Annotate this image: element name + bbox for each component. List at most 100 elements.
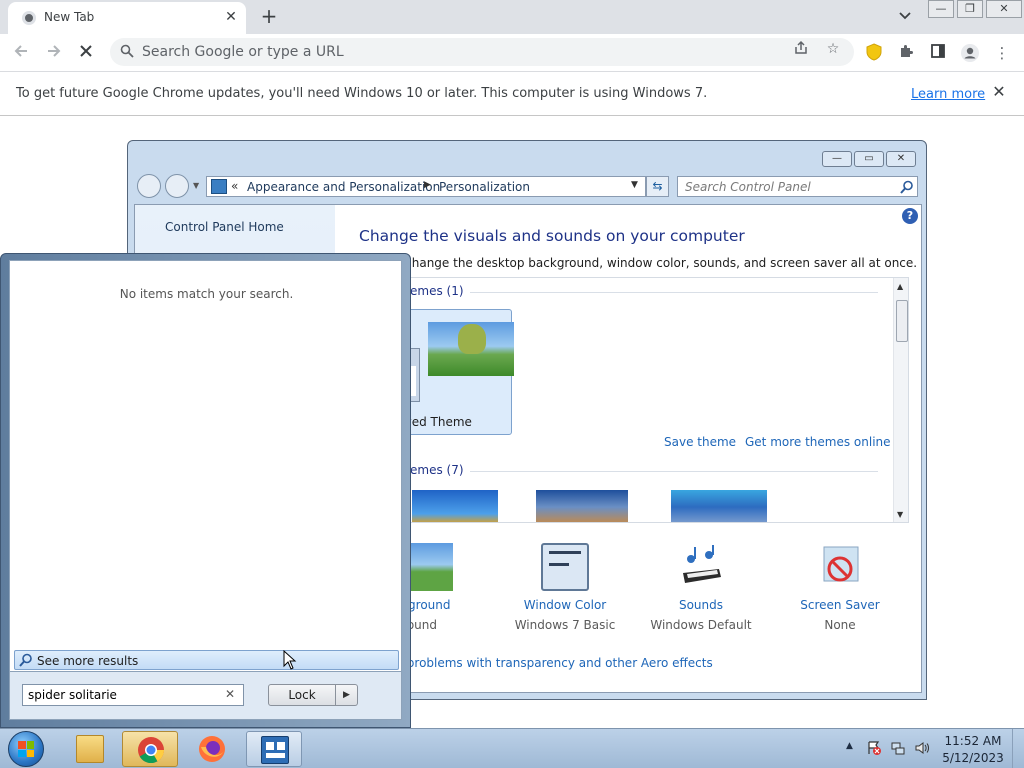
cp-back-icon[interactable] <box>137 174 161 198</box>
personalization-items: p Background ckground Window Color Windo… <box>359 535 919 645</box>
breadcrumb-personalization[interactable]: Personalization <box>439 180 530 194</box>
window-controls: — ❐ ✕ <box>928 0 1024 18</box>
minimize-icon[interactable]: — <box>928 0 954 18</box>
aero-themes-header: emes (7) <box>410 463 464 477</box>
window-color-item[interactable]: Window Color Windows 7 Basic <box>495 535 635 635</box>
section-divider <box>470 471 878 472</box>
taskbar-chrome[interactable] <box>122 731 178 767</box>
see-more-results-label: See more results <box>37 654 139 668</box>
chrome-toolbar: Search Google or type a URL ☆ ⋮ <box>0 34 1024 71</box>
taskbar-control-panel[interactable] <box>246 731 302 767</box>
window-color-value: Windows 7 Basic <box>514 618 616 632</box>
control-panel-home-link[interactable]: Control Panel Home <box>165 220 284 234</box>
aero-troubleshoot-link[interactable]: leshoot problems with transparency and o… <box>359 656 713 670</box>
sounds-value: Windows Default <box>650 618 752 632</box>
window-color-title[interactable]: Window Color <box>495 598 635 612</box>
infobar-close-icon[interactable]: ✕ <box>990 83 1008 101</box>
section-divider <box>470 292 878 293</box>
get-more-themes-link[interactable]: Get more themes online <box>745 435 891 449</box>
power-options-arrow-icon[interactable]: ▶ <box>336 684 358 706</box>
themes-list: emes (1) saved Theme Save theme Get more… <box>359 277 909 523</box>
help-icon[interactable]: ? <box>902 208 918 224</box>
no-results-message: No items match your search. <box>119 287 294 301</box>
save-theme-link[interactable]: Save theme <box>664 435 736 449</box>
start-menu-footer: spider solitarie ✕ Lock ▶ <box>9 672 402 720</box>
star-icon[interactable]: ☆ <box>824 40 842 58</box>
show-hidden-icons-icon[interactable]: ▲ <box>846 741 853 751</box>
tab-search-chevron-icon[interactable] <box>896 8 914 26</box>
breadcrumb-overflow-icon[interactable]: « <box>231 179 238 193</box>
cp-search-input[interactable]: Search Control Panel <box>677 176 918 197</box>
puzzle-icon[interactable] <box>896 43 916 63</box>
tab-new-tab[interactable]: New Tab ✕ <box>8 2 246 34</box>
see-more-results-button[interactable]: See more results <box>14 650 399 670</box>
clock-date[interactable]: 5/12/2023 <box>940 751 1006 765</box>
show-desktop-button[interactable] <box>1012 729 1024 768</box>
search-icon[interactable] <box>900 180 914 194</box>
sounds-title[interactable]: Sounds <box>631 598 771 612</box>
infobar-message: To get future Google Chrome updates, you… <box>16 86 708 101</box>
page-description: eme to change the desktop background, wi… <box>359 256 918 270</box>
close-icon[interactable]: ✕ <box>986 0 1022 18</box>
cp-address-bar[interactable]: « Appearance and Personalization ▶ Perso… <box>206 176 646 197</box>
extension-badge-icon[interactable] <box>864 43 884 63</box>
explorer-icon <box>76 735 104 763</box>
lock-button[interactable]: Lock <box>268 684 336 706</box>
control-panel-icon <box>211 179 227 194</box>
scroll-thumb[interactable] <box>896 300 908 342</box>
refresh-icon[interactable]: ⇆ <box>646 176 669 197</box>
control-panel-icon <box>261 736 289 764</box>
new-tab-button[interactable]: + <box>258 5 280 27</box>
cp-minimize-icon[interactable]: — <box>822 151 852 167</box>
window-color-icon <box>541 543 589 591</box>
themes-scrollbar[interactable]: ▲ ▼ <box>893 278 908 522</box>
start-button[interactable] <box>8 731 44 767</box>
profile-icon[interactable] <box>960 43 980 63</box>
screen-saver-icon <box>816 543 864 591</box>
scroll-down-icon[interactable]: ▼ <box>897 510 903 519</box>
stop-icon[interactable] <box>75 42 97 64</box>
taskbar-explorer[interactable] <box>62 731 118 767</box>
learn-more-link[interactable]: Learn more <box>911 87 985 102</box>
address-dropdown-icon[interactable]: ▼ <box>631 180 638 190</box>
sounds-item[interactable]: Sounds Windows Default <box>631 535 771 635</box>
omnibox-placeholder: Search Google or type a URL <box>142 44 344 60</box>
side-panel-icon[interactable] <box>928 43 948 63</box>
taskbar: ▲ 11:52 AM 5/12/2023 <box>0 728 1024 768</box>
scroll-up-icon[interactable]: ▲ <box>897 282 903 291</box>
aero-theme-architecture-icon[interactable] <box>536 490 628 522</box>
start-search-results: No items match your search. See more res… <box>9 260 402 672</box>
breadcrumb-appearance[interactable]: Appearance and Personalization <box>247 180 440 194</box>
back-icon[interactable] <box>10 42 32 64</box>
aero-theme-windows7-icon[interactable] <box>412 490 498 522</box>
screen-saver-item[interactable]: Screen Saver None <box>770 535 910 635</box>
search-icon <box>19 653 32 667</box>
mouse-cursor-icon <box>283 650 297 670</box>
menu-icon[interactable]: ⋮ <box>992 43 1012 63</box>
taskbar-firefox[interactable] <box>184 731 240 767</box>
breadcrumb-separator-icon[interactable]: ▶ <box>424 180 431 190</box>
start-search-input[interactable]: spider solitarie ✕ <box>22 684 244 706</box>
cp-maximize-icon[interactable]: ▭ <box>854 151 884 167</box>
firefox-icon <box>198 735 226 763</box>
volume-icon[interactable] <box>914 740 930 756</box>
share-icon[interactable] <box>792 40 810 58</box>
chrome-icon <box>137 736 165 764</box>
omnibox[interactable]: Search Google or type a URL <box>110 38 854 66</box>
screen-saver-title[interactable]: Screen Saver <box>770 598 910 612</box>
aero-theme-characters-icon[interactable] <box>671 490 767 522</box>
cp-forward-icon[interactable] <box>165 174 189 198</box>
cp-history-dropdown-icon[interactable]: ▼ <box>193 181 199 190</box>
screen-saver-value: None <box>824 618 856 632</box>
cp-close-icon[interactable]: ✕ <box>886 151 916 167</box>
restore-icon[interactable]: ❐ <box>957 0 983 18</box>
clear-search-icon[interactable]: ✕ <box>225 687 235 701</box>
network-icon[interactable] <box>890 740 906 756</box>
forward-icon[interactable] <box>43 42 65 64</box>
cp-caption-buttons: — ▭ ✕ <box>820 151 916 167</box>
tab-close-icon[interactable]: ✕ <box>222 8 240 26</box>
action-center-icon[interactable] <box>866 740 882 756</box>
clock-time[interactable]: 11:52 AM <box>940 734 1006 748</box>
search-icon <box>120 44 134 58</box>
theme-preview-image <box>428 322 514 376</box>
